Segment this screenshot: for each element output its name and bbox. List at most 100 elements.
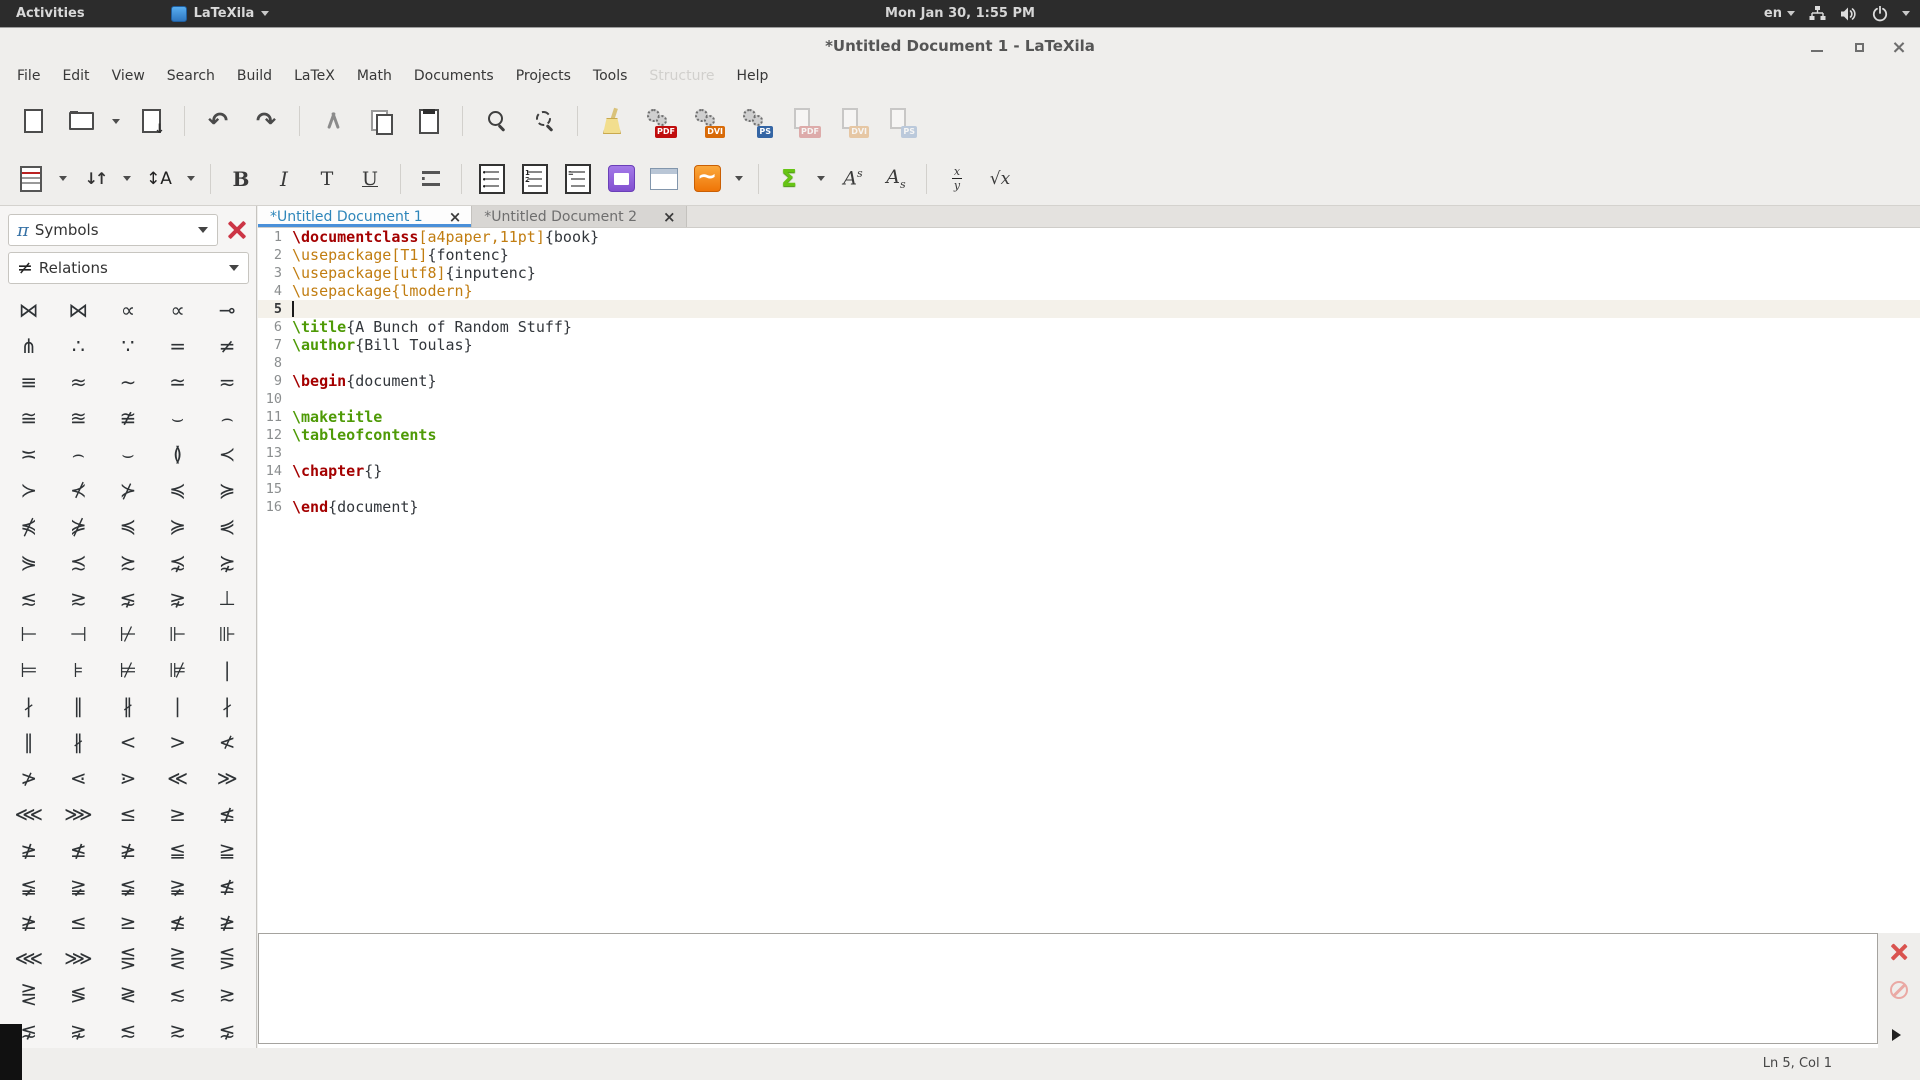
- undo-button[interactable]: ↶: [197, 100, 239, 142]
- symbol-cell[interactable]: ∤: [202, 688, 252, 724]
- symbol-cell[interactable]: ≰: [202, 796, 252, 832]
- symbol-cell[interactable]: ≻: [4, 472, 54, 508]
- symbol-cell[interactable]: ≽: [202, 472, 252, 508]
- symbol-cell[interactable]: ≲: [4, 580, 54, 616]
- sectioning-button[interactable]: [12, 160, 50, 198]
- character-size-button[interactable]: ↕A: [140, 160, 178, 198]
- symbol-cell[interactable]: ≊: [54, 400, 104, 436]
- math-dropdown[interactable]: [731, 158, 747, 200]
- show-details-button[interactable]: [1892, 1029, 1901, 1041]
- symbol-cell[interactable]: ≅: [4, 400, 54, 436]
- symbol-cell[interactable]: ⊸: [202, 292, 252, 328]
- symbol-cell[interactable]: ⌢: [202, 400, 252, 436]
- symbol-cell[interactable]: ≡: [4, 364, 54, 400]
- symbol-cell[interactable]: ≤: [54, 904, 104, 940]
- symbol-cell[interactable]: ≼: [103, 508, 153, 544]
- symbol-cell[interactable]: ⊯: [153, 652, 203, 688]
- symbol-cell[interactable]: ≷: [103, 976, 153, 1012]
- symbol-cell[interactable]: ≿: [103, 544, 153, 580]
- symbol-cell[interactable]: ⊬: [103, 616, 153, 652]
- symbol-cell[interactable]: ∥: [54, 688, 104, 724]
- symbol-cell[interactable]: ≳: [153, 1012, 203, 1048]
- paste-button[interactable]: [408, 100, 450, 142]
- clean-build-files-button[interactable]: [590, 100, 632, 142]
- keyboard-layout-button[interactable]: en: [1764, 6, 1795, 21]
- symbol-cell[interactable]: ⊧: [54, 652, 104, 688]
- subscript-button[interactable]: As: [877, 160, 915, 198]
- symbol-cell[interactable]: ≰: [202, 868, 252, 904]
- symbol-cell[interactable]: ∣: [153, 688, 203, 724]
- network-icon[interactable]: [1809, 6, 1826, 21]
- list-enumerate-button[interactable]: 1 2: [516, 160, 554, 198]
- symbol-cell[interactable]: ∥: [4, 724, 54, 760]
- menu-build[interactable]: Build: [226, 64, 283, 88]
- symbol-cell[interactable]: >: [153, 724, 203, 760]
- list-itemize-button[interactable]: • • •: [473, 160, 511, 198]
- symbol-cell[interactable]: ≳: [202, 976, 252, 1012]
- code-view[interactable]: 1 \documentclass[a4paper,11pt]{book} 2 \use…: [258, 228, 1920, 933]
- search-button[interactable]: [475, 100, 517, 142]
- underline-button[interactable]: U: [351, 160, 389, 198]
- open-recent-dropdown[interactable]: [108, 100, 124, 142]
- symbol-cell[interactable]: ≤: [103, 796, 153, 832]
- symbol-cell[interactable]: ⋙: [54, 796, 104, 832]
- symbol-cell[interactable]: ⊁: [103, 472, 153, 508]
- side-panel-selector[interactable]: π Symbols: [8, 214, 218, 246]
- symbol-cell[interactable]: ⊣: [54, 616, 104, 652]
- build-ps-button[interactable]: PS: [734, 100, 776, 142]
- symbol-cell[interactable]: ⋦: [103, 580, 153, 616]
- symbol-cell[interactable]: ⊪: [202, 616, 252, 652]
- menu-help[interactable]: Help: [726, 64, 780, 88]
- symbol-cell[interactable]: ∵: [103, 328, 153, 364]
- symbol-cell[interactable]: <: [103, 724, 153, 760]
- symbol-cell[interactable]: ⋨: [153, 544, 203, 580]
- menu-edit[interactable]: Edit: [51, 64, 100, 88]
- new-document-button[interactable]: [12, 100, 54, 142]
- symbol-cell[interactable]: ≲: [153, 976, 203, 1012]
- symbol-cell[interactable]: ∼: [103, 364, 153, 400]
- close-build-panel-button[interactable]: [1888, 941, 1910, 963]
- typewriter-button[interactable]: T: [308, 160, 346, 198]
- build-dvi-button[interactable]: DVI: [686, 100, 728, 142]
- math-functions-dropdown[interactable]: [813, 158, 829, 200]
- symbol-cell[interactable]: ∦: [54, 724, 104, 760]
- math-functions-button[interactable]: Σ: [770, 160, 808, 198]
- symbol-cell[interactable]: ⊨: [4, 652, 54, 688]
- symbol-cell[interactable]: ≰: [54, 832, 104, 868]
- menu-file[interactable]: File: [6, 64, 51, 88]
- symbol-cell[interactable]: ⋚: [202, 940, 252, 976]
- symbol-cell[interactable]: ⋖: [54, 760, 104, 796]
- symbol-cell[interactable]: ⊀: [54, 472, 104, 508]
- volume-icon[interactable]: [1840, 6, 1858, 22]
- symbol-cell[interactable]: ⋟: [4, 544, 54, 580]
- symbol-cell[interactable]: ≰: [153, 904, 203, 940]
- tab-close-icon[interactable]: ×: [449, 208, 462, 226]
- symbol-cell[interactable]: ≦: [153, 832, 203, 868]
- symbol-cell[interactable]: ⋈: [54, 292, 104, 328]
- square-root-button[interactable]: √x: [981, 160, 1019, 198]
- symbol-cell[interactable]: ⋘: [4, 796, 54, 832]
- symbol-cell[interactable]: ≨: [103, 868, 153, 904]
- menu-latex[interactable]: LaTeX: [283, 64, 346, 88]
- symbol-cell[interactable]: ≩: [153, 868, 203, 904]
- symbol-cell[interactable]: ⋡: [54, 508, 104, 544]
- copy-button[interactable]: [360, 100, 402, 142]
- power-icon[interactable]: [1872, 5, 1888, 22]
- symbol-cell[interactable]: ⊩: [153, 616, 203, 652]
- symbol-cell[interactable]: ≨: [4, 868, 54, 904]
- symbol-cell[interactable]: ⊢: [4, 616, 54, 652]
- symbol-cell[interactable]: ≲: [103, 1012, 153, 1048]
- bold-button[interactable]: B: [222, 160, 260, 198]
- center-button[interactable]: [412, 160, 450, 198]
- symbol-cell[interactable]: ⌣: [103, 436, 153, 472]
- symbol-cell[interactable]: ≩: [54, 868, 104, 904]
- symbol-cell[interactable]: ≧: [202, 832, 252, 868]
- symbol-cell[interactable]: ⋔: [4, 328, 54, 364]
- symbol-cell[interactable]: ≃: [153, 364, 203, 400]
- search-replace-button[interactable]: [523, 100, 565, 142]
- symbol-cell[interactable]: ≂: [202, 364, 252, 400]
- fraction-button[interactable]: xy: [938, 160, 976, 198]
- references-dropdown[interactable]: [119, 158, 135, 200]
- symbol-cell[interactable]: ≥: [153, 796, 203, 832]
- symbol-cell[interactable]: ⋗: [103, 760, 153, 796]
